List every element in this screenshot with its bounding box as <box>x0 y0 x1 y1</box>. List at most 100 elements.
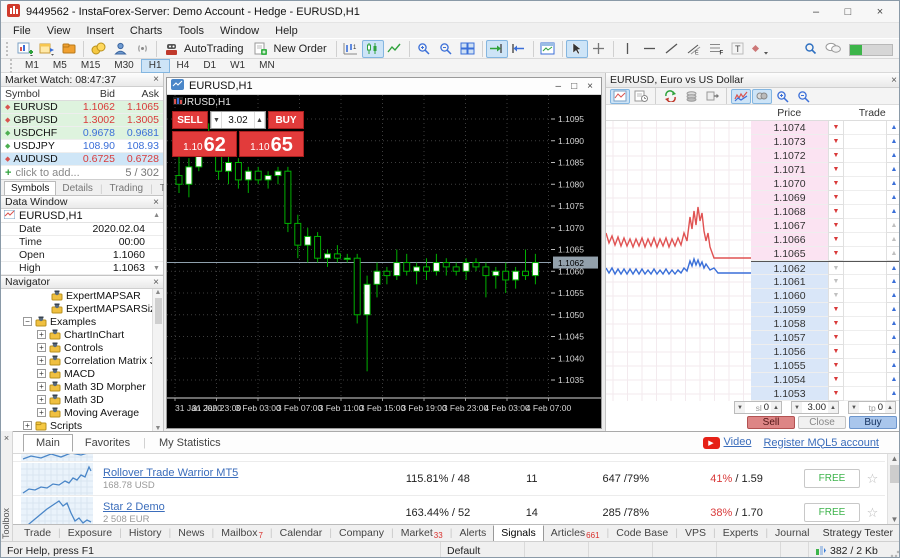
dom-trade-cell[interactable] <box>844 387 886 401</box>
market-watch-row[interactable]: ◆USDJPY108.90108.93 <box>1 140 163 153</box>
zoom-out-icon[interactable] <box>435 40 457 58</box>
sell-at-price-button[interactable]: ▼ <box>828 247 844 261</box>
dom-trade-cell[interactable] <box>844 247 886 261</box>
scroll-up-icon[interactable]: ▲ <box>153 212 160 219</box>
market-watch-row[interactable]: ◆GBPUSD1.30021.3005 <box>1 114 163 127</box>
col-symbol[interactable]: Symbol <box>1 88 75 100</box>
trendline-icon[interactable] <box>661 40 683 58</box>
dom-trade-cell[interactable] <box>844 262 886 275</box>
buy-at-price-button[interactable]: ▲ <box>886 303 900 317</box>
timeframe-m30[interactable]: M30 <box>107 59 140 73</box>
market-watch-row[interactable]: ◆USDCHF0.96780.9681 <box>1 127 163 140</box>
dom-spread-icon[interactable] <box>752 89 772 104</box>
tf-grip[interactable] <box>10 59 15 73</box>
toolbox-tab-calendar[interactable]: Calendar <box>273 527 330 539</box>
dom-zoom-out-icon[interactable] <box>794 89 814 104</box>
navigator-item[interactable]: +ChartInChart <box>1 328 163 341</box>
sell-at-price-button[interactable]: ▼ <box>828 303 844 317</box>
text-tool-icon[interactable]: T <box>727 40 749 58</box>
toolbox-tab-alerts[interactable]: Alerts <box>452 527 493 539</box>
signal-row[interactable]: Rollover Trade Warrior MT5168.78 USD115.… <box>13 462 885 496</box>
tile-windows-icon[interactable] <box>457 40 479 58</box>
zoom-in-icon[interactable] <box>413 40 435 58</box>
crosshair-icon[interactable] <box>588 40 610 58</box>
new-chart-icon[interactable] <box>14 40 36 58</box>
dom-tick-chart-icon[interactable] <box>731 89 751 104</box>
dom-trade-cell[interactable] <box>844 373 886 387</box>
buy-at-price-button[interactable]: ▲ <box>886 149 900 163</box>
dom-volume-icon[interactable] <box>681 89 701 104</box>
dom-trade-cell[interactable] <box>844 149 886 163</box>
cursor-icon[interactable] <box>566 40 588 58</box>
sell-at-price-button[interactable]: ▼ <box>828 289 844 303</box>
dom-trade-cell[interactable] <box>844 303 886 317</box>
dom-trade-cell[interactable] <box>844 219 886 233</box>
toolbox-tab-mailbox[interactable]: Mailbox7 <box>214 527 270 540</box>
dom-refresh-icon[interactable] <box>660 89 680 104</box>
dom-trade-cell[interactable] <box>844 135 886 149</box>
sell-at-price-button[interactable]: ▼ <box>828 262 844 275</box>
sell-at-price-button[interactable]: ▼ <box>828 205 844 219</box>
toolbox-tab-history[interactable]: History <box>122 527 169 539</box>
signals-tab-favorites[interactable]: Favorites <box>73 435 142 451</box>
sell-at-price-button[interactable]: ▼ <box>828 359 844 373</box>
dom-sell-button[interactable]: Sell <box>747 416 795 429</box>
payments-icon[interactable] <box>87 40 109 58</box>
sell-at-price-button[interactable]: ▼ <box>828 275 844 289</box>
tree-expander-icon[interactable]: + <box>37 395 46 404</box>
navigator-scrollbar[interactable]: ▲▼ <box>152 289 163 432</box>
dom-export-icon[interactable] <box>702 89 722 104</box>
signal-free-button[interactable]: FREE <box>804 503 860 522</box>
menu-charts[interactable]: Charts <box>122 25 170 37</box>
toolbox-tab-experts[interactable]: Experts <box>716 527 766 539</box>
navigator-close-icon[interactable]: × <box>153 277 159 288</box>
search-icon[interactable] <box>804 42 817 58</box>
dom-trade-cell[interactable] <box>844 345 886 359</box>
col-bid[interactable]: Bid <box>75 88 119 100</box>
menu-tools[interactable]: Tools <box>170 25 212 37</box>
signal-row-partial[interactable] <box>13 454 885 462</box>
toolbar-grip[interactable] <box>6 42 11 56</box>
status-profile[interactable]: Default <box>441 542 525 558</box>
sell-button[interactable]: SELL <box>172 111 208 129</box>
timeframe-w1[interactable]: W1 <box>223 59 252 73</box>
timeframe-m1[interactable]: M1 <box>18 59 46 73</box>
stop-loss-stepper[interactable]: ▼sl0▲ <box>734 401 782 414</box>
dom-close-button[interactable]: Close <box>798 416 846 429</box>
auto-scroll-icon[interactable] <box>486 40 508 58</box>
chart-shift-icon[interactable] <box>508 40 530 58</box>
toolbox-tab-journal[interactable]: Journal <box>768 527 816 539</box>
dom-volume-stepper[interactable]: ▼3.00▲ <box>791 401 839 414</box>
dom-trade-cell[interactable] <box>844 205 886 219</box>
tree-expander-icon[interactable]: + <box>37 382 46 391</box>
dom-book-mode-icon[interactable] <box>631 89 651 104</box>
volume-stepper[interactable]: ▼ 3.02 ▲ <box>210 111 266 129</box>
new-window-icon[interactable] <box>537 40 559 58</box>
volume-down-icon[interactable]: ▼ <box>211 112 222 128</box>
dom-trade-cell[interactable] <box>844 233 886 247</box>
maximize-button[interactable]: □ <box>835 6 861 18</box>
buy-at-price-button[interactable]: ▲ <box>886 359 900 373</box>
sell-at-price-button[interactable]: ▼ <box>828 177 844 191</box>
signal-name-link[interactable]: Star 2 Demo <box>103 501 382 513</box>
toolbox-tab-trade[interactable]: Trade <box>17 527 58 539</box>
navigator-item[interactable]: +MACD <box>1 367 163 380</box>
market-watch-add-row[interactable]: +click to add...5 / 302 <box>1 166 163 179</box>
market-watch-tab-details[interactable]: Details <box>56 182 99 195</box>
tree-expander-icon[interactable]: + <box>23 421 32 430</box>
sell-at-price-button[interactable]: ▼ <box>828 345 844 359</box>
market-watch-close-icon[interactable]: × <box>153 74 159 85</box>
sell-at-price-button[interactable]: ▼ <box>828 121 844 135</box>
candlestick-chart-icon[interactable] <box>362 40 384 58</box>
autotrading-icon[interactable] <box>160 40 182 58</box>
favorite-star-icon[interactable]: ☆ <box>860 505 885 521</box>
navigator-item[interactable]: +Math 3D Morpher <box>1 380 163 393</box>
equidistant-channel-icon[interactable]: E <box>683 40 705 58</box>
navigator-item[interactable]: ExpertMAPSARSizeOptim <box>1 302 163 315</box>
toolbox-close-icon[interactable]: × <box>1 433 12 443</box>
new-order-icon[interactable] <box>250 40 272 58</box>
dom-trade-cell[interactable] <box>844 359 886 373</box>
chart-window-titlebar[interactable]: EURUSD,H1 –□× <box>167 78 601 95</box>
chart-area[interactable]: 1.10951.10901.10851.10801.10751.10701.10… <box>167 95 601 428</box>
dom-close-icon[interactable]: × <box>891 75 897 86</box>
